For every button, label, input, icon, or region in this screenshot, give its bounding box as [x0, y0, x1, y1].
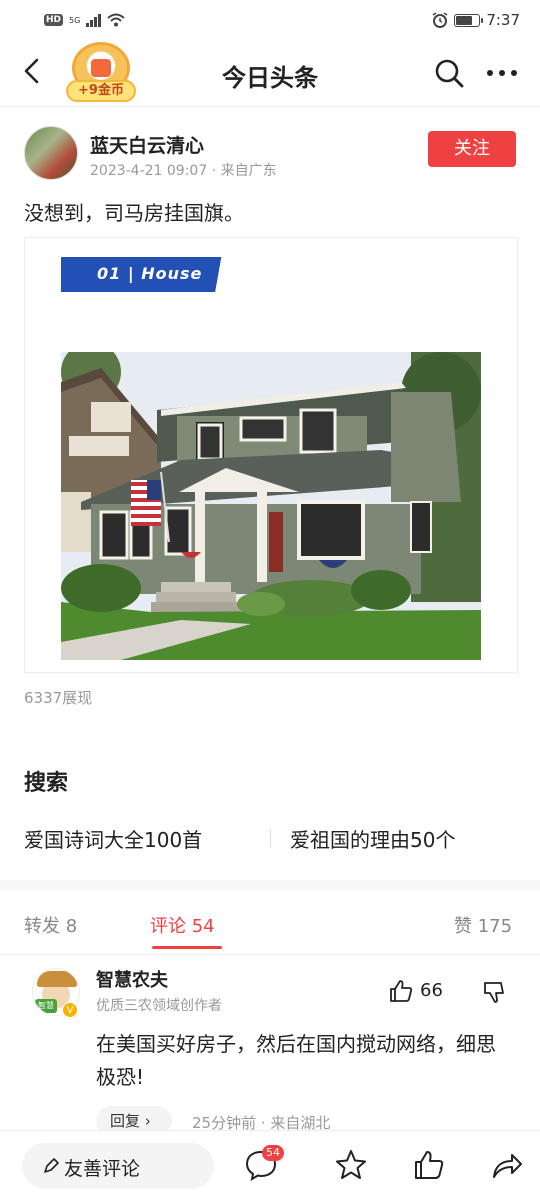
post-image[interactable]: 01 | House: [24, 237, 518, 673]
signal-icon: [86, 13, 102, 27]
network-type: 5G: [69, 15, 81, 25]
thumbs-down-icon[interactable]: [482, 980, 506, 1004]
battery-icon: [454, 13, 484, 27]
status-right: 7:37: [432, 11, 520, 29]
avatar-hat: [37, 971, 77, 987]
tab-reposts[interactable]: 转发 8: [24, 912, 77, 938]
wifi-icon: [107, 13, 125, 27]
like-icon[interactable]: [412, 1148, 446, 1182]
author-avatar[interactable]: [24, 126, 78, 180]
comment-like-count: 66: [420, 980, 443, 1001]
status-left: HD 5G: [44, 13, 125, 27]
comment-text: 在美国买好房子，然后在国内搅动网络，细思极恐!: [96, 1032, 496, 1089]
nav-divider: [0, 106, 540, 107]
search-suggestion[interactable]: 爱国诗词大全100首: [24, 824, 202, 853]
comment-input[interactable]: 友善评论: [22, 1143, 214, 1189]
author-name[interactable]: 蓝天白云清心: [90, 131, 204, 158]
alarm-icon: [432, 12, 448, 28]
battery-fill: [456, 15, 472, 25]
thumbs-up-icon[interactable]: [388, 978, 414, 1004]
star-icon[interactable]: [334, 1148, 368, 1182]
verified-badge-icon: V: [62, 1002, 78, 1018]
search-suggestion[interactable]: 爱祖国的理由50个: [290, 824, 455, 853]
hd-badge: HD: [44, 14, 64, 26]
active-tab-indicator: [152, 946, 222, 949]
search-icon[interactable]: [432, 56, 466, 90]
post-text: 没想到，司马房挂国旗。: [24, 201, 244, 225]
bottom-action-bar: 友善评论 54: [0, 1130, 540, 1199]
share-icon[interactable]: [490, 1148, 524, 1182]
tab-likes[interactable]: 赞 175: [454, 912, 512, 938]
coin-reward-label: +9金币: [66, 80, 136, 102]
follow-button[interactable]: 关注: [428, 131, 516, 167]
status-bar: HD 5G 7:37: [0, 0, 540, 40]
avatar-tag: 智慧: [35, 999, 57, 1013]
coin-reward-button[interactable]: +9金币: [66, 42, 136, 104]
post-meta: 2023-4-21 09:07 · 来自广东: [90, 163, 277, 179]
image-section-label-text: 01 | House: [97, 264, 203, 283]
back-icon[interactable]: [18, 56, 48, 86]
top-nav: +9金币 今日头条: [0, 40, 540, 104]
section-divider: [0, 880, 540, 890]
comment-input-label: 友善评论: [64, 1158, 141, 1180]
tabs-divider: [0, 954, 540, 955]
clock: 7:37: [486, 11, 520, 29]
search-section-title: 搜索: [24, 771, 69, 796]
search-separator: [270, 829, 271, 847]
view-count: 6337展现: [24, 689, 93, 707]
commenter-title: 优质三农领域创作者: [96, 998, 222, 1014]
pen-icon: [44, 1158, 59, 1173]
commenter-name[interactable]: 智慧农夫: [96, 966, 168, 992]
comment-count-badge: 54: [262, 1145, 284, 1161]
image-section-label: 01 | House: [61, 257, 237, 292]
tab-comments[interactable]: 评论 54: [150, 912, 215, 938]
more-icon[interactable]: [482, 56, 522, 90]
house-photo: [61, 352, 481, 660]
